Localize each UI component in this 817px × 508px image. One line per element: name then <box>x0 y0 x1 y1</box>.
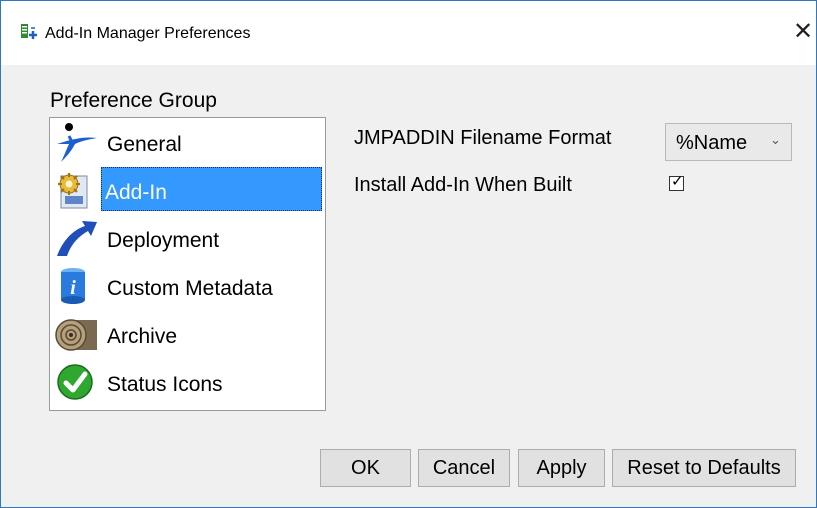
reset-to-defaults-button[interactable]: Reset to Defaults <box>612 449 796 487</box>
custom-metadata-icon: i <box>61 268 85 304</box>
preference-group-list[interactable]: General Add-In Deployment i Custom Metad… <box>49 117 326 411</box>
archive-icon <box>55 319 97 351</box>
list-item-deployment[interactable]: Deployment <box>51 214 324 260</box>
close-button[interactable]: ✕ <box>791 17 815 47</box>
list-item-label: General <box>107 133 182 156</box>
list-item-label: Deployment <box>107 229 220 252</box>
status-icons-icon <box>57 364 93 400</box>
deployment-icon <box>57 221 97 256</box>
preferences-dialog: Add-In Manager Preferences ✕ Preference … <box>0 0 817 508</box>
install-when-built-label: Install Add-In When Built <box>354 174 572 196</box>
add-in-icon <box>58 173 88 209</box>
list-item-archive[interactable]: Archive <box>51 310 324 356</box>
cancel-button[interactable]: Cancel <box>418 449 510 487</box>
general-icon <box>57 123 97 162</box>
checkmark-icon: ✓ <box>671 173 684 190</box>
window-title: Add-In Manager Preferences <box>45 25 251 42</box>
add-in-manager-icon <box>21 24 37 39</box>
apply-button[interactable]: Apply <box>518 449 605 487</box>
list-item-label: Add-In <box>105 181 167 204</box>
filename-format-label: JMPADDIN Filename Format <box>354 127 612 149</box>
chevron-down-icon: ⌄ <box>770 132 781 147</box>
list-item-custom-metadata[interactable]: i Custom Metadata <box>51 262 324 308</box>
ok-button[interactable]: OK <box>320 449 411 487</box>
close-icon[interactable]: ✕ <box>793 18 813 45</box>
list-item-label: Archive <box>107 325 178 348</box>
preference-group-label: Preference Group <box>50 89 217 112</box>
list-item-status-icons[interactable]: Status Icons <box>51 358 324 404</box>
list-item-label: Custom Metadata <box>107 277 273 300</box>
list-item-general[interactable]: General <box>51 118 324 164</box>
install-when-built-checkbox[interactable]: ✓ <box>669 173 684 191</box>
list-item-label: Status Icons <box>107 373 223 396</box>
list-item-add-in[interactable]: Add-In <box>51 166 324 212</box>
filename-format-value: %Name <box>676 132 748 154</box>
title-bar: Add-In Manager Preferences ✕ <box>1 1 816 65</box>
filename-format-select[interactable]: %Name ⌄ <box>665 123 792 161</box>
svg-text:i: i <box>70 277 76 299</box>
